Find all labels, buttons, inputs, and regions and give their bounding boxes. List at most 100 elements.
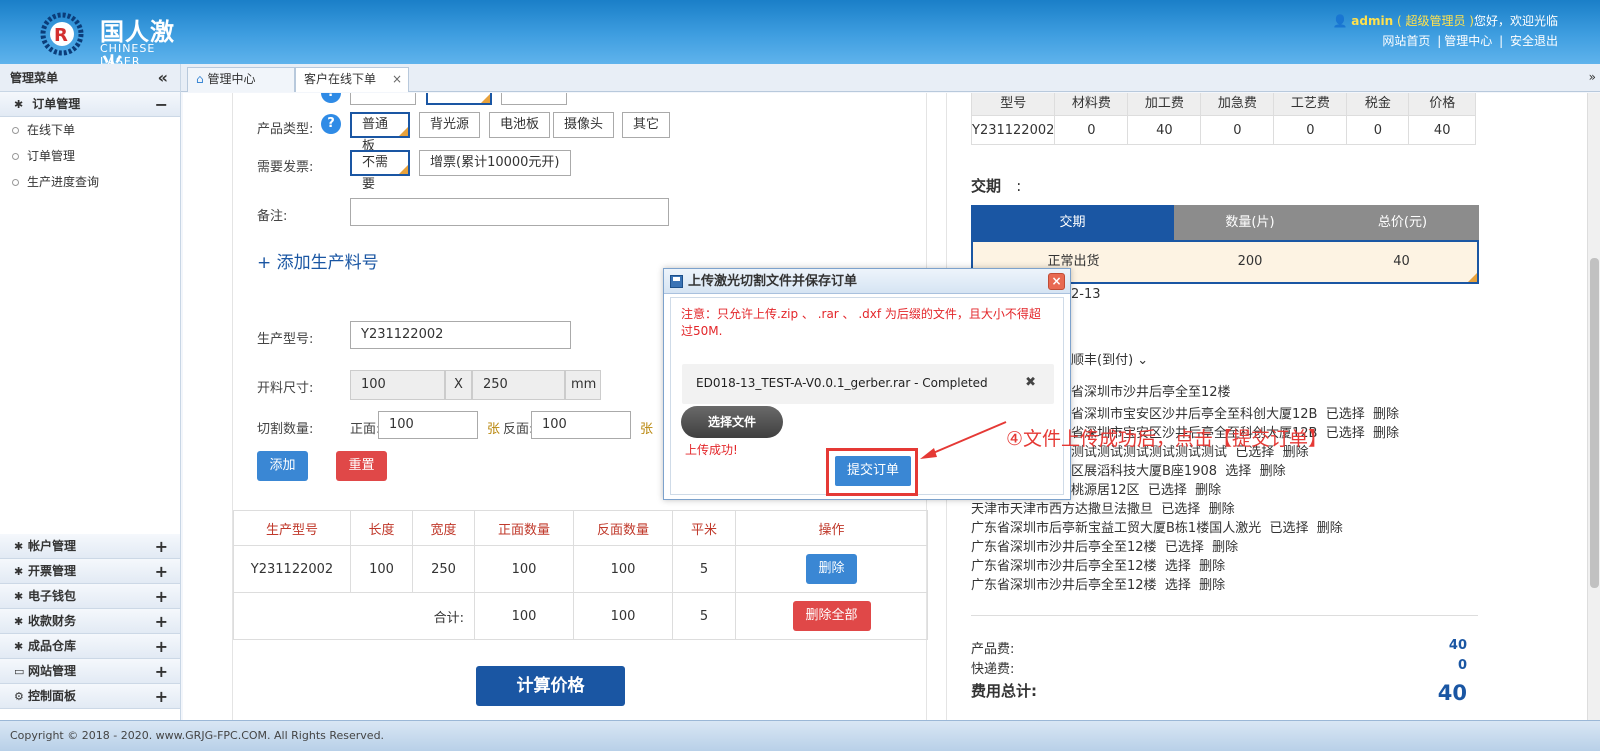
company-logo[interactable]: R 国人激光 CHINESE LASER <box>30 6 190 81</box>
address-delete-link[interactable]: 删除 <box>1260 464 1286 479</box>
plus-icon: + <box>154 612 168 631</box>
vertical-scrollbar[interactable] <box>1587 93 1600 720</box>
column-header: 长度 <box>350 510 413 546</box>
sidebar-group-warehouse[interactable]: ✱ 成品仓库 + <box>0 634 180 659</box>
partial-option[interactable] <box>501 93 567 105</box>
table-cell: 5 <box>672 545 736 593</box>
table-total-row: 合计: 100 100 5 删除全部 <box>233 592 928 640</box>
sidebar-group-label: 开票管理 <box>28 564 77 578</box>
sidebar-group-label: 帐户管理 <box>28 539 77 553</box>
table-cell: 0 <box>1273 115 1348 145</box>
size-x-input[interactable]: 100 <box>350 370 445 400</box>
address-delete-link[interactable]: 删除 <box>1317 521 1343 536</box>
front-count-input[interactable]: 100 <box>378 411 478 439</box>
dialog-titlebar: 上传激光切割文件并保存订单 × <box>664 269 1070 294</box>
sidebar-group-accounts[interactable]: ✱ 帐户管理 + <box>0 534 180 559</box>
add-button[interactable]: 添加 <box>257 451 308 481</box>
address-select-link[interactable]: 已选择 <box>1165 540 1204 555</box>
model-label: 生产型号: <box>257 332 314 347</box>
sidebar-title-text: 管理菜单 <box>10 71 59 85</box>
total-fee-label: 费用总计: <box>971 682 1037 700</box>
minus-icon: − <box>154 95 168 114</box>
sidebar-group-website[interactable]: ▭ 网站管理 + <box>0 659 180 684</box>
size-unit: mm <box>565 370 601 400</box>
address-select-link[interactable]: 选择 <box>1225 464 1251 479</box>
invoice-option[interactable]: 增票(累计10000元开) <box>419 150 571 176</box>
delivery-cell: 40 <box>1393 254 1410 269</box>
product-type-option[interactable]: 其它 <box>622 112 671 138</box>
add-material-link[interactable]: + 添加生产料号 <box>257 248 379 273</box>
size-y-input[interactable]: 250 <box>472 370 565 400</box>
tab-label: 客户在线下单 <box>304 72 377 86</box>
plus-icon: + <box>154 637 168 656</box>
product-type-option[interactable]: 摄像头 <box>553 112 615 138</box>
table-header-row: 型号 材料费 加工费 加急费 工艺费 税金 价格 <box>970 93 1476 116</box>
delivery-header-cell: 交期 <box>971 205 1174 240</box>
sidebar-item-progress-query[interactable]: 生产进度查询 <box>0 169 180 195</box>
partial-option[interactable] <box>350 93 416 105</box>
bullet-icon <box>12 179 19 186</box>
address-select-link[interactable]: 已选择 <box>1161 502 1200 517</box>
partial-option-selected[interactable] <box>426 93 492 105</box>
shipping-method-select[interactable]: 顺丰(到付) ⌄ <box>1071 349 1148 368</box>
product-type-option[interactable]: 背光源 <box>419 112 481 138</box>
address-select-link[interactable]: 选择 <box>1165 578 1191 593</box>
product-type-option[interactable]: 普通板 <box>350 112 410 154</box>
submit-order-button[interactable]: 提交订单 <box>835 456 911 486</box>
back-count-input[interactable]: 100 <box>531 411 631 439</box>
address-delete-link[interactable]: 删除 <box>1373 426 1399 441</box>
logout-link[interactable]: 安全退出 <box>1510 34 1558 48</box>
calculate-price-button[interactable]: 计算价格 <box>476 666 625 706</box>
tab-scroll-icon[interactable]: » <box>1589 70 1596 84</box>
sidebar-group-control-panel[interactable]: ⚙ 控制面板 + <box>0 684 180 709</box>
sidebar-item-order-management[interactable]: 订单管理 <box>0 143 180 169</box>
upload-dialog: 上传激光切割文件并保存订单 × 注意：只允许上传.zip 、 .rar 、 .d… <box>663 268 1071 500</box>
address-select-link[interactable]: 已选择 <box>1326 407 1365 422</box>
address-delete-link[interactable]: 删除 <box>1212 540 1238 555</box>
address-select-link[interactable]: 选择 <box>1165 559 1191 574</box>
remove-file-icon[interactable]: ✖ <box>1025 375 1036 390</box>
admin-center-link[interactable]: 管理中心 <box>1444 34 1492 48</box>
address-delete-link[interactable]: 删除 <box>1199 559 1225 574</box>
sidebar-group-orders[interactable]: ✱ 订单管理 − <box>0 92 180 117</box>
help-icon[interactable]: ? <box>321 93 341 103</box>
address-select-link[interactable]: 已选择 <box>1326 426 1365 441</box>
sidebar-group-wallet[interactable]: ✱ 电子钱包 + <box>0 584 180 609</box>
address-delete-link[interactable]: 删除 <box>1195 483 1221 498</box>
choose-file-button[interactable]: 选择文件 <box>681 406 783 438</box>
close-dialog-button[interactable]: × <box>1048 273 1065 290</box>
annotation-text: ④文件上传成功后，点击【提交订单】 <box>1006 428 1328 450</box>
help-icon[interactable]: ? <box>321 114 341 134</box>
sidebar-item-online-order[interactable]: 在线下单 <box>0 117 180 143</box>
delete-row-button[interactable]: 删除 <box>806 554 857 584</box>
delete-all-button[interactable]: 删除全部 <box>792 601 871 631</box>
cog-icon: ⚙ <box>14 690 24 703</box>
address-delete-link[interactable]: 删除 <box>1199 578 1225 593</box>
address-select-link[interactable]: 已选择 <box>1148 483 1187 498</box>
invoice-option[interactable]: 不需要 <box>350 150 410 192</box>
tab-online-order[interactable]: 客户在线下单 × <box>295 67 409 92</box>
gear-icon: ✱ <box>14 640 24 653</box>
tab-admin-center[interactable]: ⌂ 管理中心 <box>187 67 295 92</box>
scrollbar-thumb[interactable] <box>1590 258 1599 588</box>
sidebar-group-invoices[interactable]: ✱ 开票管理 + <box>0 559 180 584</box>
copyright-text: Copyright © 2018 - 2020. www.GRJG-FPC.CO… <box>10 729 385 742</box>
address-select-link[interactable]: 已选择 <box>1269 521 1308 536</box>
home-link[interactable]: 网站首页 <box>1382 34 1430 48</box>
address-delete-link[interactable]: 删除 <box>1373 407 1399 422</box>
gear-icon: ✱ <box>14 565 24 578</box>
product-type-option[interactable]: 电池板 <box>489 112 551 138</box>
address-delete-link[interactable]: 删除 <box>1209 502 1235 517</box>
table-header-row: 生产型号 长度 宽度 正面数量 反面数量 平米 操作 <box>233 510 928 546</box>
remark-input[interactable] <box>350 198 669 226</box>
delivery-colon: : <box>1016 177 1022 195</box>
address-item[interactable]: 省深圳市沙井后亭全至12楼 <box>1071 381 1231 400</box>
sidebar-group-finance[interactable]: ✱ 收款财务 + <box>0 609 180 634</box>
reset-button[interactable]: 重置 <box>336 451 387 481</box>
close-tab-icon[interactable]: × <box>392 68 402 91</box>
collapse-sidebar-icon[interactable]: « <box>158 64 168 92</box>
model-input[interactable]: Y231122002 <box>350 321 571 349</box>
table-cell: 250 <box>412 545 475 593</box>
tab-bar: ⌂ 管理中心 客户在线下单 × » <box>181 64 1600 92</box>
address-text: 桃源居12区 <box>1071 483 1140 498</box>
